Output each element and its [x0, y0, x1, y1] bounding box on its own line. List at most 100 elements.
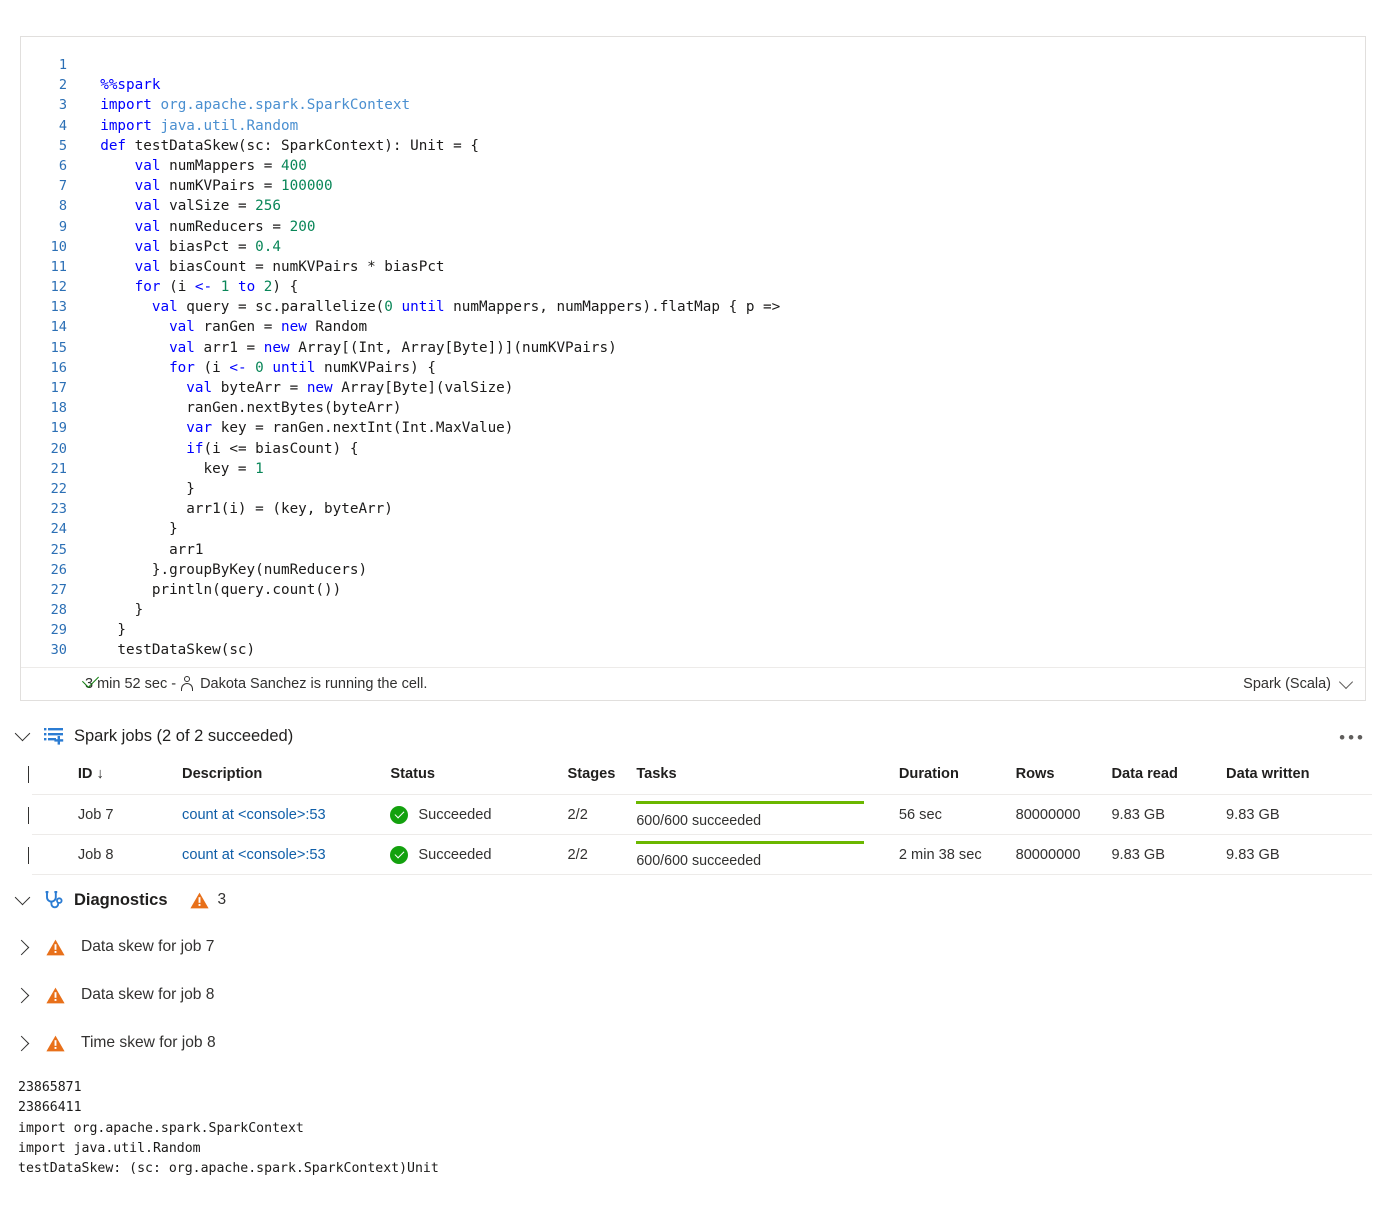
diagnostics-title: Diagnostics [74, 890, 168, 909]
line-number: 12 [50, 279, 67, 296]
cell-job-description[interactable]: count at <console>:53 [182, 807, 326, 823]
line-number: 1 [58, 57, 67, 73]
column-header-rows[interactable]: Rows [1015, 758, 1112, 795]
notebook-code-cell[interactable]: 12 %%spark 3 import org.apache.spark.Spar… [20, 36, 1366, 701]
stethoscope-icon [44, 890, 64, 910]
diagnostics-header[interactable]: Diagnostics 3 [0, 884, 1388, 916]
code-line-text: %%spark [100, 77, 161, 94]
output-line: import org.apache.spark.SparkContext [18, 1120, 304, 1136]
line-number: 15 [50, 339, 67, 356]
chevron-right-icon [13, 939, 29, 955]
code-line: 15 val arr1 = new Array[(Int, Array[Byte… [21, 338, 1365, 358]
column-header-status[interactable]: Status [390, 758, 568, 795]
table-row[interactable]: Job 8 count at <console>:53 Succeeded 2/2 60… [28, 834, 1372, 875]
line-number: 24 [50, 521, 67, 538]
code-line: 22 } [21, 479, 1365, 499]
diagnostic-item[interactable]: Data skew for job 7 [0, 932, 1388, 962]
row-expand-toggle[interactable] [28, 794, 78, 835]
code-line: 17 val byteArr = new Array[Byte](valSize… [21, 378, 1365, 398]
line-number: 21 [50, 460, 67, 477]
line-number: 6 [58, 157, 67, 174]
column-header-duration[interactable]: Duration [898, 758, 1016, 795]
diagnostic-expand-toggle[interactable] [0, 939, 46, 955]
status-badge: Succeeded [418, 806, 492, 823]
cell-duration: 56 sec [898, 794, 1016, 835]
expand-all-header[interactable] [28, 758, 78, 795]
diagnostic-item[interactable]: Data skew for job 8 [0, 980, 1388, 1010]
diagnostic-expand-toggle[interactable] [0, 987, 46, 1003]
line-number: 10 [50, 238, 67, 255]
column-header-tasks[interactable]: Tasks [636, 758, 899, 795]
code-line-text: if(i <= biasCount) { [186, 440, 359, 457]
table-header-row: ID ↓ Description Status Stages Tasks Dur… [28, 758, 1372, 795]
chevron-right-icon[interactable] [28, 806, 29, 824]
code-line-text: for (i <- 1 to 2) { [134, 279, 299, 296]
column-header-description[interactable]: Description [182, 758, 391, 795]
code-line-text: arr1 [83, 541, 204, 558]
code-line: 2 %%spark [21, 75, 1365, 95]
column-header-id[interactable]: ID ↓ [77, 758, 183, 795]
code-line: 25 arr1 [21, 540, 1365, 560]
row-expand-toggle[interactable] [28, 834, 78, 875]
job-list-icon [44, 727, 64, 745]
code-line: 26 }.groupByKey(numReducers) [21, 560, 1365, 580]
cell-tasks: 600/600 succeeded [636, 834, 899, 875]
line-number: 9 [58, 218, 67, 235]
spark-jobs-collapse-toggle[interactable] [0, 725, 44, 742]
code-line: 5 def testDataSkew(sc: SparkContext): Un… [21, 136, 1365, 156]
code-editor[interactable]: 12 %%spark 3 import org.apache.spark.Spar… [21, 37, 1365, 667]
output-line: 23866411 [18, 1100, 82, 1116]
line-number: 17 [50, 380, 67, 396]
diagnostics-collapse-toggle[interactable] [0, 889, 44, 906]
code-line: 11 val biasCount = numKVPairs * biasPct [21, 257, 1365, 277]
code-line-text: } [83, 602, 144, 619]
cell-data-read: 9.83 GB [1111, 794, 1227, 835]
spark-jobs-more-menu[interactable]: ••• [1339, 728, 1366, 748]
cell-data-written: 9.83 GB [1226, 834, 1372, 875]
code-line-text: arr1(i) = (key, byteArr) [83, 501, 393, 518]
code-line: 19 var key = ranGen.nextInt(Int.MaxValue… [21, 418, 1365, 438]
diagnostic-expand-toggle[interactable] [0, 1035, 46, 1051]
status-success-icon [390, 805, 409, 824]
spark-jobs-header[interactable]: Spark jobs (2 of 2 succeeded) [0, 718, 1388, 754]
chevron-right-icon[interactable] [28, 846, 29, 864]
chevron-down-icon[interactable] [1338, 674, 1354, 689]
warning-icon [46, 939, 65, 956]
status-success-icon [390, 845, 409, 864]
code-line-text: key = 1 [83, 460, 264, 477]
code-line-text: val valSize = 256 [134, 198, 281, 215]
chevron-right-icon[interactable] [28, 766, 29, 783]
cell-output: 23865871 23866411 import org.apache.spark.… [18, 1078, 439, 1179]
cell-data-read: 9.83 GB [1111, 834, 1227, 875]
table-row[interactable]: Job 7 count at <console>:53 Succeeded 2/2 60… [28, 794, 1372, 835]
column-header-stages[interactable]: Stages [567, 758, 637, 795]
code-line: 3 import org.apache.spark.SparkContext [21, 95, 1365, 115]
column-header-data-read[interactable]: Data read [1111, 758, 1227, 795]
line-number: 26 [50, 561, 67, 578]
cell-job-description[interactable]: count at <console>:53 [182, 847, 326, 863]
cell-stages: 2/2 [567, 834, 637, 875]
code-line-text: val arr1 = new Array[(Int, Array[Byte])]… [169, 339, 617, 356]
code-line: 30 testDataSkew(sc) [21, 640, 1365, 660]
code-line-text: val biasCount = numKVPairs * biasPct [134, 258, 445, 275]
code-line-text: } [83, 521, 178, 538]
code-line: 1 [21, 55, 1365, 75]
line-number: 28 [50, 602, 67, 619]
diagnostic-item[interactable]: Time skew for job 8 [0, 1028, 1388, 1058]
code-line-text: val numMappers = 400 [134, 157, 307, 174]
code-line: 16 for (i <- 0 until numKVPairs) { [21, 358, 1365, 378]
diagnostic-label: Data skew for job 8 [81, 986, 215, 1003]
code-line-text: val byteArr = new Array[Byte](valSize) [186, 380, 514, 396]
code-line-text: } [83, 480, 195, 497]
code-line-text: import java.util.Random [100, 117, 299, 134]
code-line: 29 } [21, 620, 1365, 640]
line-number: 27 [50, 581, 67, 598]
chevron-down-icon [14, 725, 30, 742]
code-line: 6 val numMappers = 400 [21, 156, 1365, 176]
code-line: 9 val numReducers = 200 [21, 217, 1365, 237]
column-header-data-written[interactable]: Data written [1226, 758, 1372, 795]
code-line: 28 } [21, 600, 1365, 620]
person-icon [180, 676, 194, 692]
line-number: 18 [50, 400, 67, 417]
kernel-selector[interactable]: Spark (Scala) [1243, 674, 1354, 692]
